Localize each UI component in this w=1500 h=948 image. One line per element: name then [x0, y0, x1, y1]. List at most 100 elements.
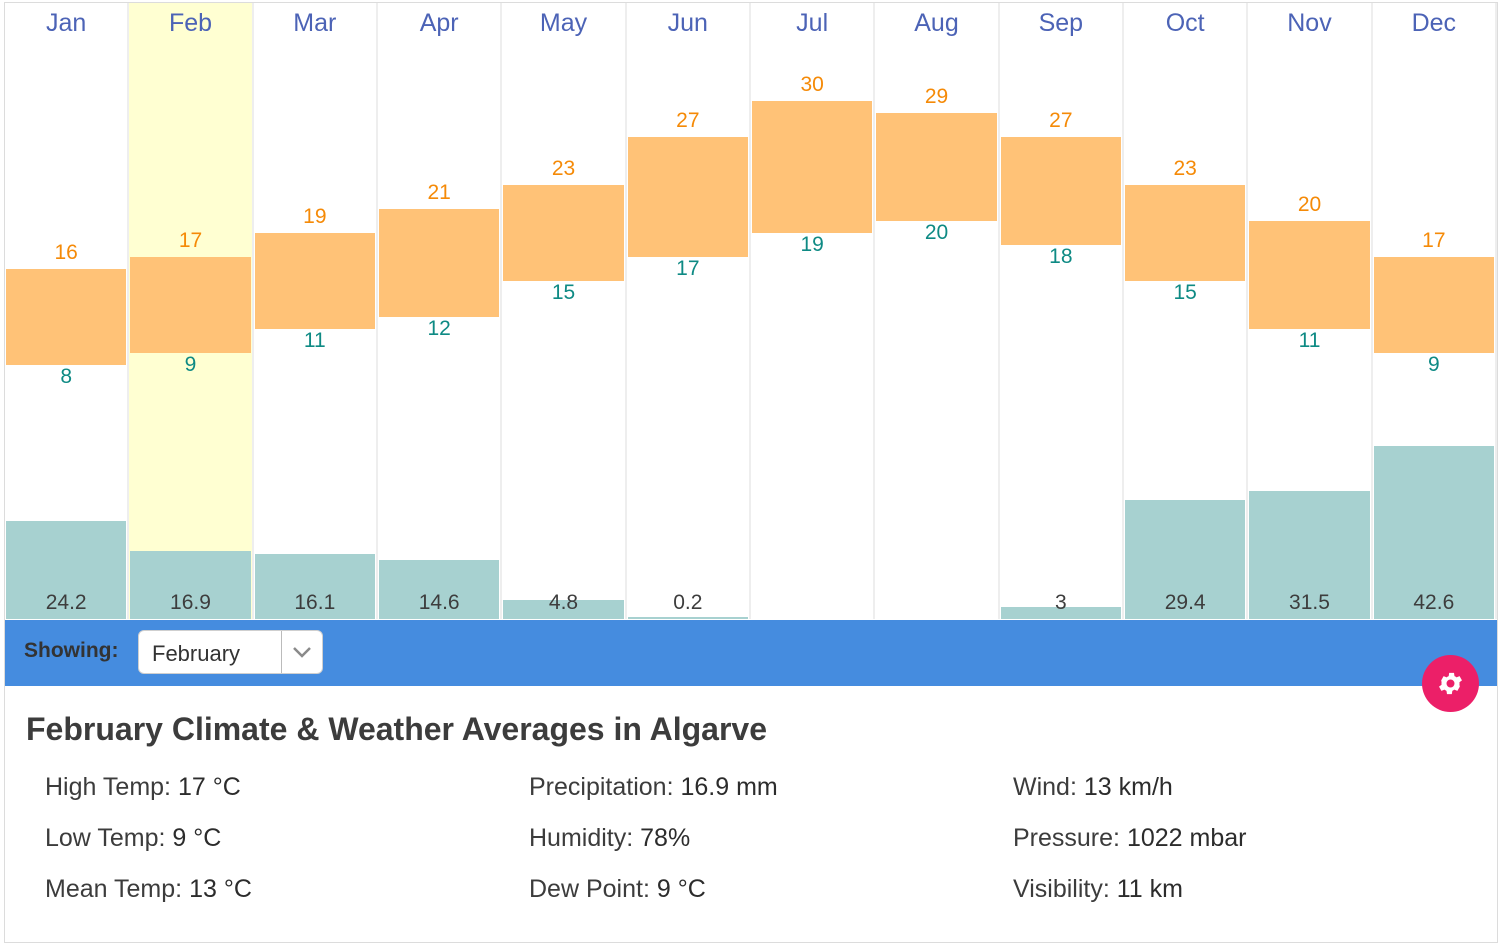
- temperature-range-bar: [130, 257, 251, 353]
- gear-icon: [1439, 672, 1462, 695]
- high-temp-label: 19: [303, 205, 327, 228]
- precipitation-label: 42.6: [1413, 591, 1455, 614]
- precipitation-label: 16.9: [170, 591, 211, 614]
- select-divider: [281, 631, 282, 673]
- month-column-dec[interactable]: Dec 42.6 17 9: [1373, 3, 1497, 619]
- temperature-range-bar: [876, 113, 997, 221]
- month-label: Jul: [796, 9, 829, 37]
- stat-value: 16.9 mm: [680, 773, 778, 801]
- month-label: Sep: [1038, 9, 1084, 37]
- low-temp-label: 18: [1049, 245, 1073, 268]
- high-temp-label: 16: [54, 241, 78, 264]
- low-temp-label: 12: [427, 317, 451, 340]
- month-label: Jun: [667, 9, 708, 37]
- month-label: Feb: [168, 9, 213, 37]
- climate-chart: Jan 24.2 16 8 Feb 16.9 17 9 Mar 16.1 19 11 Apr 14.6 21…: [5, 3, 1497, 619]
- settings-button[interactable]: [1422, 655, 1479, 712]
- precipitation-label: 0.2: [673, 591, 703, 614]
- stat-key: Precipitation:: [529, 773, 681, 801]
- stat-value: 1022 mbar: [1126, 824, 1247, 852]
- low-temp-label: 8: [60, 365, 72, 388]
- month-column-sep[interactable]: Sep 3 27 18: [1000, 3, 1124, 619]
- month-column-mar[interactable]: Mar 16.1 19 11: [254, 3, 378, 619]
- month-select[interactable]: February: [138, 630, 323, 674]
- stat-pressure: Pressure: 1022 mbar: [1013, 824, 1246, 853]
- low-temp-label: 15: [551, 281, 576, 304]
- high-temp-label: 30: [800, 73, 824, 96]
- precipitation-label: 14.6: [418, 591, 460, 614]
- month-column-may[interactable]: May 4.8 23 15: [502, 3, 627, 619]
- stat-mean-temp: Mean Temp: 13 °C: [45, 875, 252, 904]
- month-label: Jan: [46, 9, 87, 37]
- month-column-feb[interactable]: Feb 16.9 17 9: [129, 3, 254, 619]
- high-temp-label: 17: [178, 229, 203, 252]
- stat-key: High Temp:: [45, 773, 178, 801]
- month-column-apr[interactable]: Apr 14.6 21 12: [378, 3, 503, 619]
- high-temp-label: 21: [427, 181, 451, 204]
- month-label: May: [539, 9, 588, 37]
- temperature-range-bar: [6, 269, 127, 365]
- low-temp-label: 11: [303, 329, 326, 352]
- stat-precipitation: Precipitation: 16.9 mm: [529, 773, 778, 802]
- stat-low-temp: Low Temp: 9 °C: [45, 824, 221, 853]
- stat-high-temp: High Temp: 17 °C: [45, 773, 241, 802]
- month-column-jun[interactable]: Jun 0.2 27 17: [627, 3, 751, 619]
- stat-value: 11 km: [1116, 875, 1183, 903]
- stat-dew-point: Dew Point: 9 °C: [529, 875, 706, 904]
- temperature-range-bar: [1249, 221, 1370, 329]
- month-label: Nov: [1287, 9, 1332, 37]
- month-column-aug[interactable]: Aug 29 20: [875, 3, 1000, 619]
- stat-value: 9 °C: [172, 824, 222, 852]
- month-column-nov[interactable]: Nov 31.5 20 11: [1248, 3, 1373, 619]
- temperature-range-bar: [254, 233, 375, 329]
- month-label: Dec: [1411, 9, 1457, 37]
- stat-key: Visibility:: [1013, 875, 1117, 903]
- stat-key: Mean Temp:: [45, 875, 190, 903]
- month-column-jul[interactable]: Jul 30 19: [751, 3, 876, 619]
- precipitation-label: 3: [1054, 591, 1067, 614]
- precipitation-label: 4.8: [548, 591, 579, 614]
- high-temp-label: 27: [676, 109, 700, 132]
- stat-value: 17 °C: [177, 773, 241, 801]
- low-temp-label: 9: [1427, 353, 1440, 376]
- stat-key: Wind:: [1013, 773, 1084, 801]
- high-temp-label: 29: [924, 85, 949, 108]
- low-temp-label: 17: [676, 257, 700, 280]
- precipitation-label: 29.4: [1164, 591, 1206, 614]
- stat-value: 78%: [640, 824, 691, 852]
- temperature-range-bar: [503, 185, 624, 281]
- stat-value: 9 °C: [656, 875, 706, 903]
- precipitation-label: 24.2: [45, 591, 87, 614]
- low-temp-label: 15: [1173, 281, 1197, 304]
- stat-key: Humidity:: [529, 824, 641, 852]
- precipitation-bar: [627, 617, 748, 619]
- showing-label: Showing:: [24, 639, 119, 662]
- month-column-jan[interactable]: Jan 24.2 16 8: [5, 3, 130, 619]
- precipitation-label: 31.5: [1289, 591, 1330, 614]
- stat-key: Dew Point:: [529, 875, 657, 903]
- month-column-oct[interactable]: Oct 29.4 23 15: [1124, 3, 1249, 619]
- stat-visibility: Visibility: 11 km: [1013, 875, 1183, 904]
- low-temp-label: 11: [1298, 329, 1321, 352]
- month-label: Aug: [914, 9, 959, 37]
- month-label: Apr: [419, 9, 459, 37]
- low-temp-label: 19: [800, 233, 824, 256]
- temperature-range-bar: [1000, 137, 1121, 245]
- toolbar: Showing: February: [5, 620, 1497, 686]
- stat-key: Low Temp:: [45, 824, 173, 852]
- temperature-range-bar: [379, 209, 500, 317]
- month-label: Mar: [293, 9, 337, 37]
- chevron-down-icon: [293, 647, 311, 658]
- stat-humidity: Humidity: 78%: [529, 824, 690, 853]
- temperature-range-bar: [1373, 257, 1494, 353]
- high-temp-label: 17: [1422, 229, 1446, 252]
- low-temp-label: 20: [924, 221, 949, 244]
- precipitation-label: 16.1: [294, 591, 336, 614]
- high-temp-label: 20: [1297, 193, 1322, 216]
- details-title: February Climate & Weather Averages in A…: [26, 711, 768, 747]
- temperature-range-bar: [752, 101, 873, 233]
- high-temp-label: 23: [551, 157, 576, 180]
- stat-value: 13 °C: [189, 875, 252, 903]
- temperature-range-bar: [627, 137, 748, 257]
- stat-wind: Wind: 13 km/h: [1013, 773, 1173, 802]
